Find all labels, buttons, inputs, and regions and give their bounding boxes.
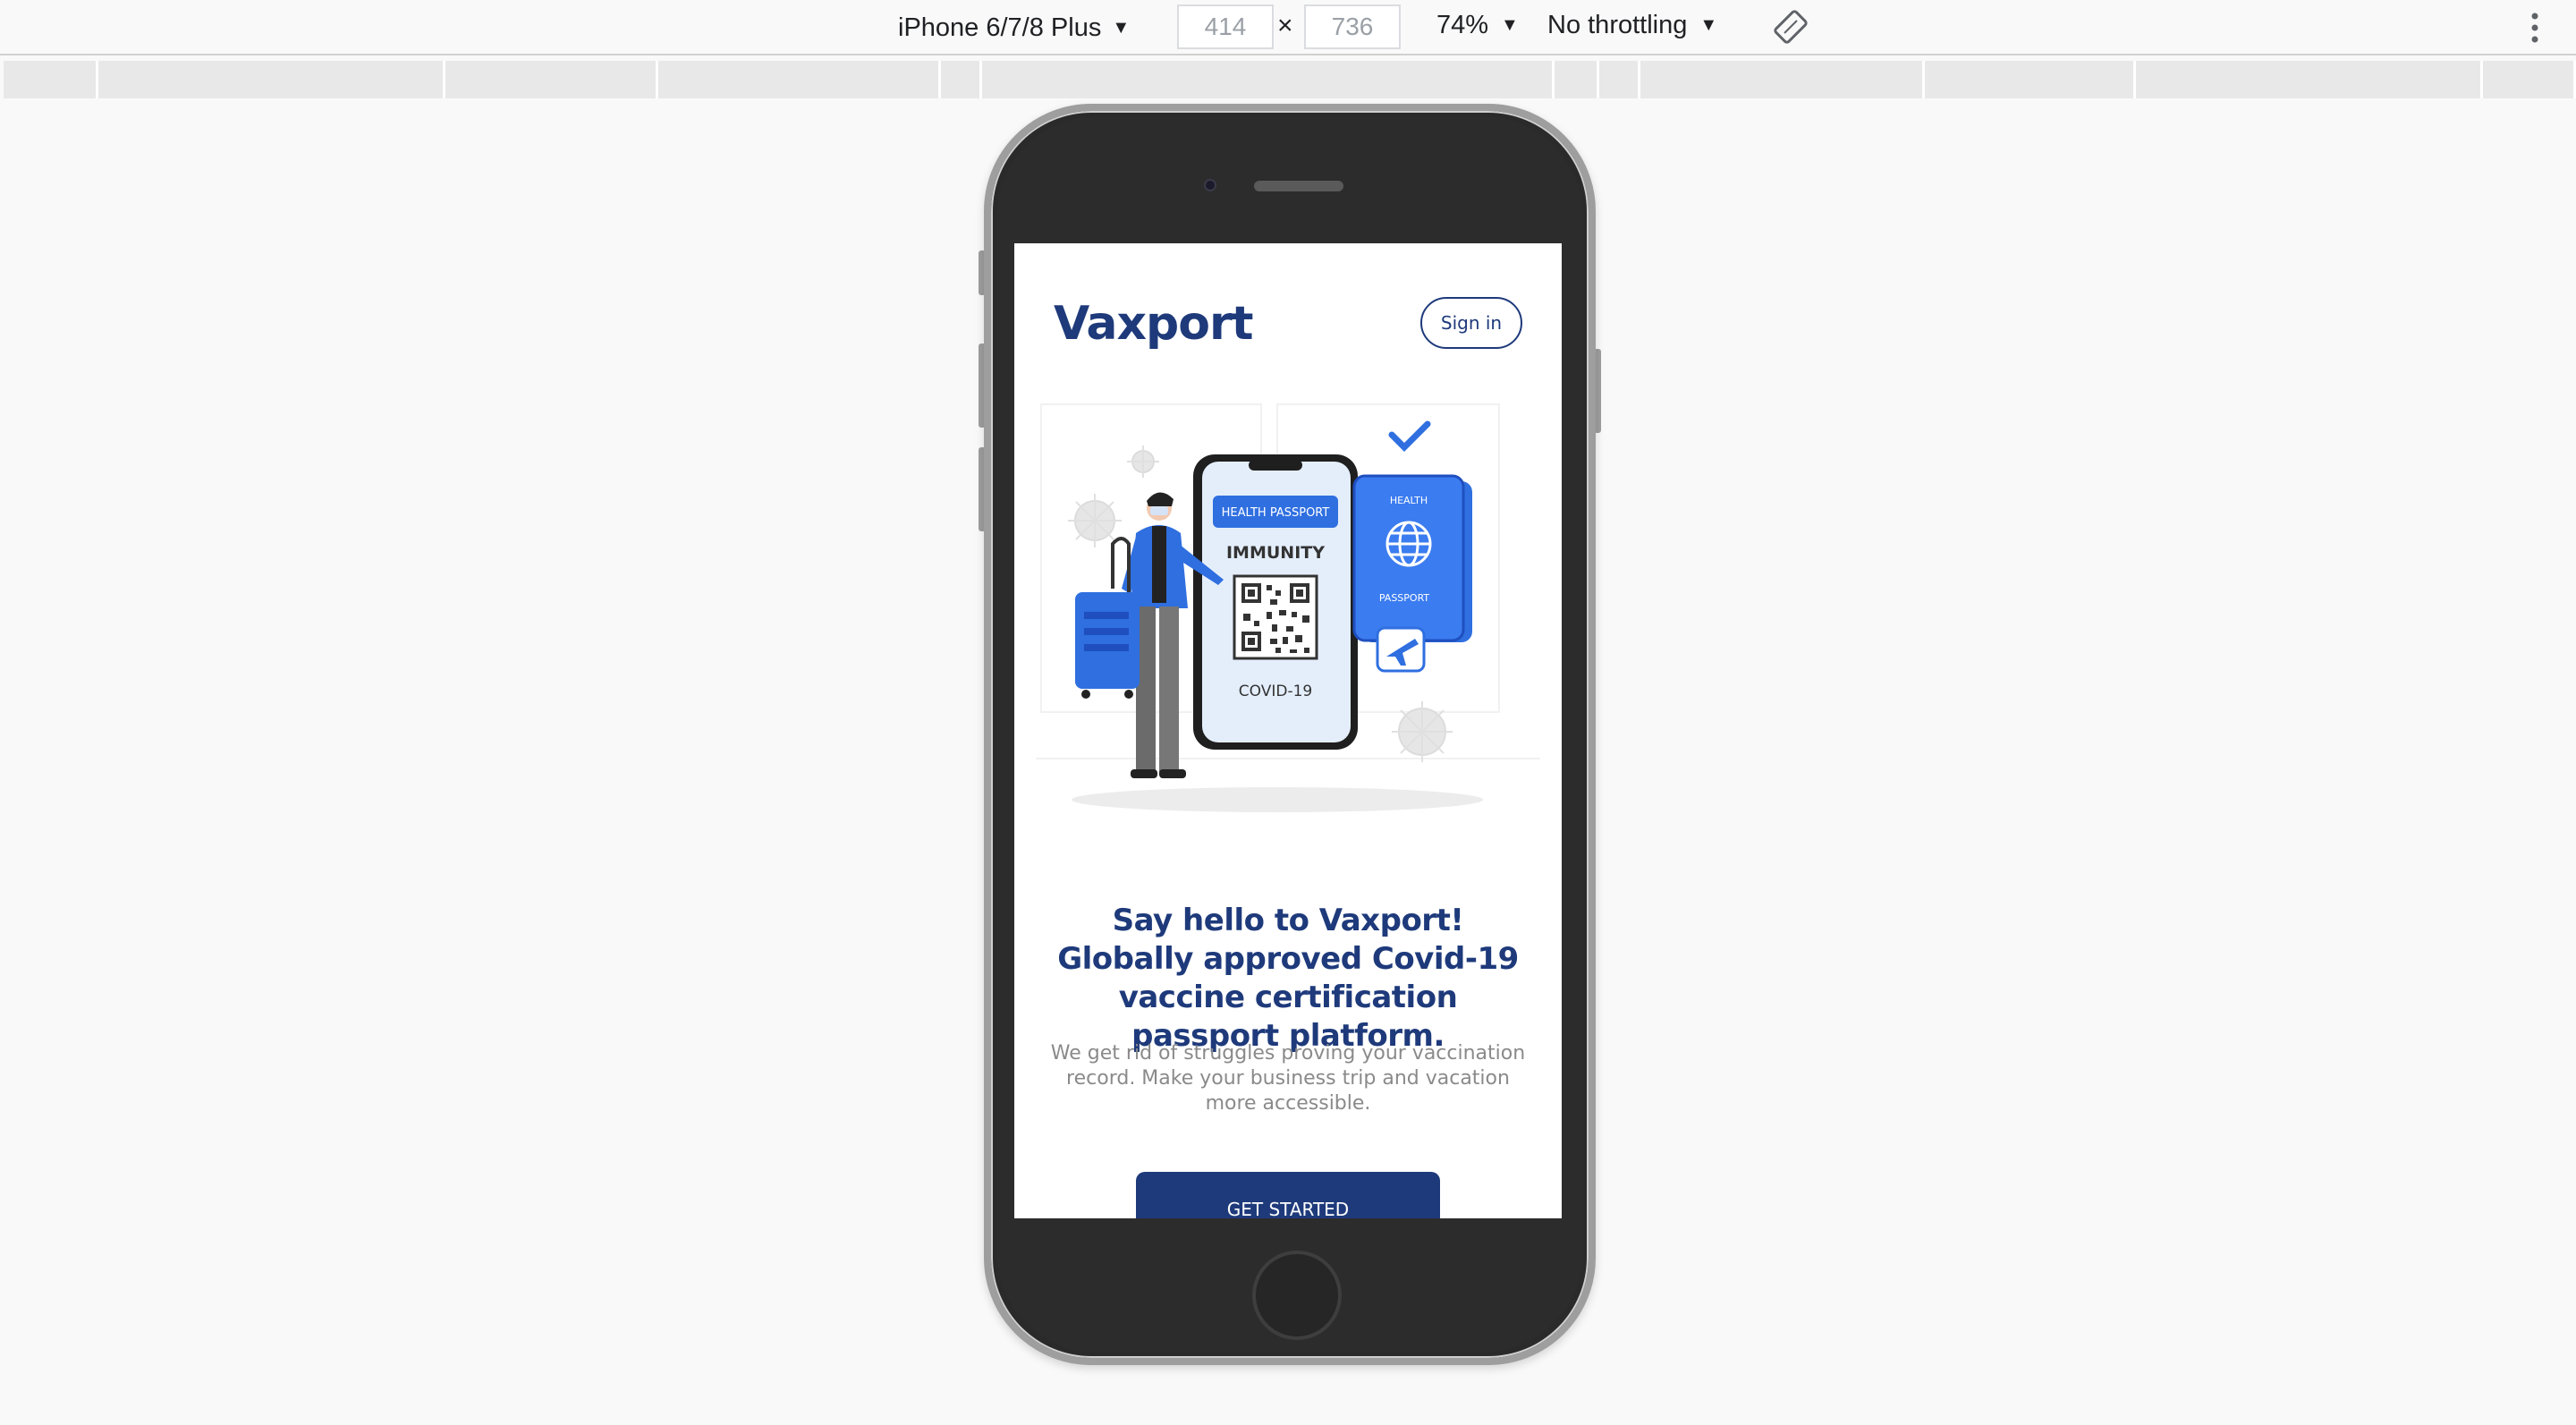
svg-text:PASSPORT: PASSPORT bbox=[1379, 592, 1430, 604]
media-query-segment[interactable] bbox=[941, 61, 982, 98]
svg-text:HEALTH: HEALTH bbox=[1390, 495, 1428, 506]
throttling-value: No throttling bbox=[1547, 11, 1688, 39]
phone-screen: Vaxport Sign in HEALTH PASSPORT IMMUNITY bbox=[1014, 243, 1562, 1218]
svg-text:COVID-19: COVID-19 bbox=[1239, 683, 1312, 700]
height-input[interactable]: 736 bbox=[1304, 4, 1401, 49]
media-query-segment[interactable] bbox=[1599, 61, 1640, 98]
health-passport-illustration: HEALTH PASSPORT IMMUNITY COVID-19 HEALTH bbox=[1036, 403, 1540, 812]
home-button[interactable] bbox=[1252, 1251, 1342, 1340]
media-query-segment[interactable] bbox=[982, 61, 1555, 98]
get-started-button[interactable]: GET STARTED bbox=[1136, 1172, 1440, 1218]
svg-text:IMMUNITY: IMMUNITY bbox=[1226, 543, 1325, 563]
dimension-separator: × bbox=[1277, 11, 1293, 40]
sign-in-button[interactable]: Sign in bbox=[1420, 297, 1522, 349]
media-query-segment[interactable] bbox=[98, 61, 445, 98]
camera-icon bbox=[1204, 179, 1216, 191]
zoom-value: 74% bbox=[1436, 11, 1489, 39]
media-query-bar[interactable] bbox=[4, 61, 2576, 98]
hero-headline: Say hello to Vaxport! Globally approved … bbox=[1057, 903, 1519, 1054]
zoom-select[interactable]: 74% ▼ bbox=[1436, 11, 1519, 40]
rotate-icon[interactable] bbox=[1773, 9, 1809, 45]
chevron-down-icon: ▼ bbox=[1501, 15, 1519, 35]
chevron-down-icon: ▼ bbox=[1112, 17, 1131, 38]
device-select[interactable]: iPhone 6/7/8 Plus ▼ bbox=[898, 11, 1130, 45]
more-options-icon[interactable] bbox=[2524, 9, 2546, 47]
checkmark-icon bbox=[1388, 420, 1431, 452]
media-query-segment[interactable] bbox=[1640, 61, 1925, 98]
devtools-device-toolbar: iPhone 6/7/8 Plus ▼ 414 × 736 74% ▼ No t… bbox=[0, 0, 2576, 55]
chevron-down-icon: ▼ bbox=[1699, 15, 1718, 35]
device-name: iPhone 6/7/8 Plus bbox=[898, 13, 1102, 42]
width-input[interactable]: 414 bbox=[1177, 4, 1274, 49]
media-query-segment[interactable] bbox=[2483, 61, 2576, 98]
suitcase-icon bbox=[1075, 537, 1140, 699]
hero-subtext: We get rid of struggles proving your vac… bbox=[1050, 1042, 1526, 1115]
brand-logo[interactable]: Vaxport bbox=[1054, 297, 1253, 351]
media-query-segment[interactable] bbox=[445, 61, 658, 98]
media-query-segment[interactable] bbox=[658, 61, 941, 98]
qr-code-icon bbox=[1233, 574, 1318, 660]
media-query-segment[interactable] bbox=[1555, 61, 1599, 98]
media-query-segment[interactable] bbox=[2136, 61, 2483, 98]
throttling-select[interactable]: No throttling ▼ bbox=[1547, 11, 1717, 40]
speaker-grille bbox=[1254, 181, 1343, 191]
svg-text:HEALTH PASSPORT: HEALTH PASSPORT bbox=[1222, 506, 1330, 520]
media-query-segment[interactable] bbox=[4, 61, 98, 98]
media-query-segment[interactable] bbox=[1925, 61, 2136, 98]
